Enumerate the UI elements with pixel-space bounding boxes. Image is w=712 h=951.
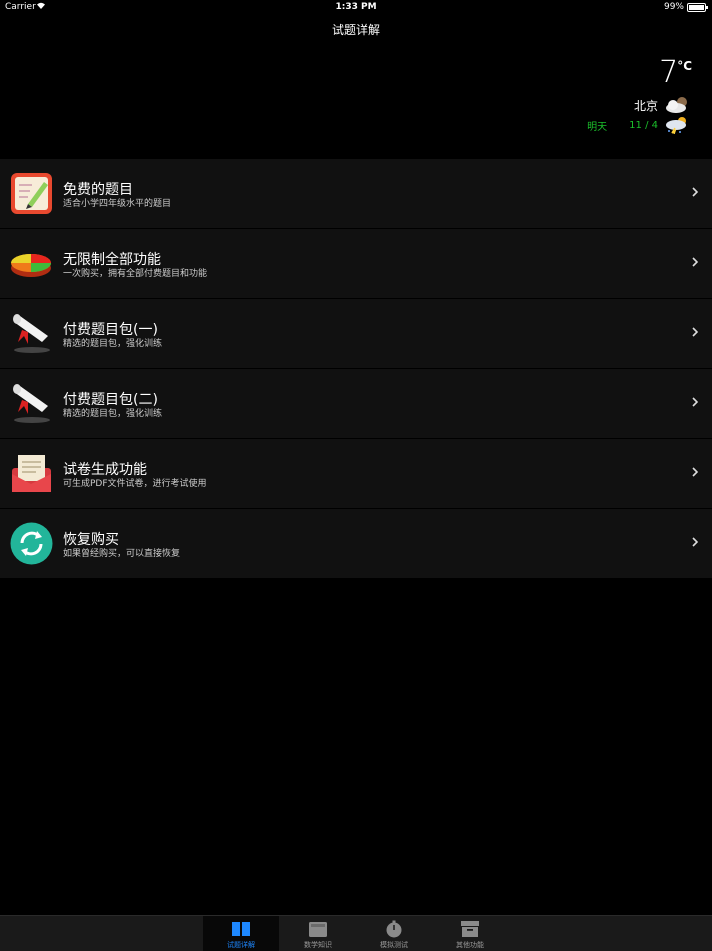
book-icon: [232, 922, 250, 936]
chevron-right-icon: [692, 467, 699, 477]
envelope-letter-icon: [12, 455, 51, 492]
city-name: 北京: [633, 98, 658, 113]
temperature-value: 7: [659, 55, 678, 90]
tab-label: 数学知识: [304, 941, 332, 949]
tab-bar: 试题详解 数学知识 模拟测试 其他功能: [0, 915, 712, 951]
cloudy-night-icon: [666, 97, 687, 113]
battery-percent: 99%: [663, 2, 684, 12]
chevron-right-icon: [692, 257, 699, 267]
item-subtitle: 适合小学四年级水平的题目: [63, 199, 172, 209]
forecast-label: 明天: [587, 121, 608, 133]
chevron-right-icon: [692, 397, 699, 407]
list-item-pack-two[interactable]: 付费题目包(二) 精选的题目包，强化训练: [0, 369, 712, 439]
tab-mock-test[interactable]: 模拟测试: [356, 916, 432, 951]
refresh-icon: [10, 522, 53, 565]
chevron-right-icon: [692, 537, 699, 547]
forecast-date: 11 / 4: [629, 119, 658, 131]
temperature-display: 7°C: [659, 55, 692, 90]
tab-math-knowledge[interactable]: 数学知识: [280, 916, 356, 951]
tab-other-features[interactable]: 其他功能: [432, 916, 508, 951]
list-item-exam-generator[interactable]: 试卷生成功能 可生成PDF文件试卷，进行考试使用: [0, 439, 712, 509]
list-item-free-questions[interactable]: 免费的题目 适合小学四年级水平的题目: [0, 159, 712, 229]
diploma-scroll-icon: [13, 384, 50, 423]
archive-box-icon: [461, 921, 479, 937]
status-bar: Carrier 1:33 PM 99%: [0, 0, 712, 14]
city-weather: 北京: [634, 96, 690, 114]
status-time: 1:33 PM: [335, 2, 377, 12]
thunderstorm-icon: [666, 117, 686, 134]
item-subtitle: 精选的题目包，强化训练: [63, 409, 163, 419]
tab-label: 试题详解: [227, 941, 255, 949]
tab-label: 模拟测试: [380, 941, 408, 949]
page-title: 试题详解: [331, 23, 380, 37]
list-item-pack-one[interactable]: 付费题目包(一) 精选的题目包，强化训练: [0, 299, 712, 369]
item-subtitle: 如果曾经购买，可以直接恢复: [63, 549, 181, 559]
notebook-pencil-icon: [11, 173, 52, 214]
item-subtitle: 可生成PDF文件试卷，进行考试使用: [63, 479, 207, 489]
folder-icon: [309, 922, 327, 937]
list-item-unlimited[interactable]: 无限制全部功能 一次购买，拥有全部付费题目和功能: [0, 229, 712, 299]
chevron-right-icon: [692, 327, 699, 337]
battery-icon: [687, 3, 708, 12]
chevron-right-icon: [692, 187, 699, 197]
pie-chart-icon: [11, 254, 51, 277]
tab-label: 其他功能: [456, 941, 484, 949]
list-item-restore-purchase[interactable]: 恢复购买 如果曾经购买，可以直接恢复: [0, 509, 712, 579]
diploma-scroll-icon: [13, 314, 50, 353]
forecast-row: 明天 11 / 4: [587, 116, 690, 134]
item-subtitle: 精选的题目包，强化训练: [63, 339, 163, 349]
item-subtitle: 一次购买，拥有全部付费题目和功能: [63, 269, 208, 279]
tab-question-details[interactable]: 试题详解: [203, 916, 279, 951]
menu-list: 免费的题目 适合小学四年级水平的题目 无限制全部功能 一次购买，拥有全部付费题目…: [0, 159, 712, 579]
temperature-unit: °C: [677, 59, 692, 73]
stopwatch-icon: [386, 920, 402, 938]
